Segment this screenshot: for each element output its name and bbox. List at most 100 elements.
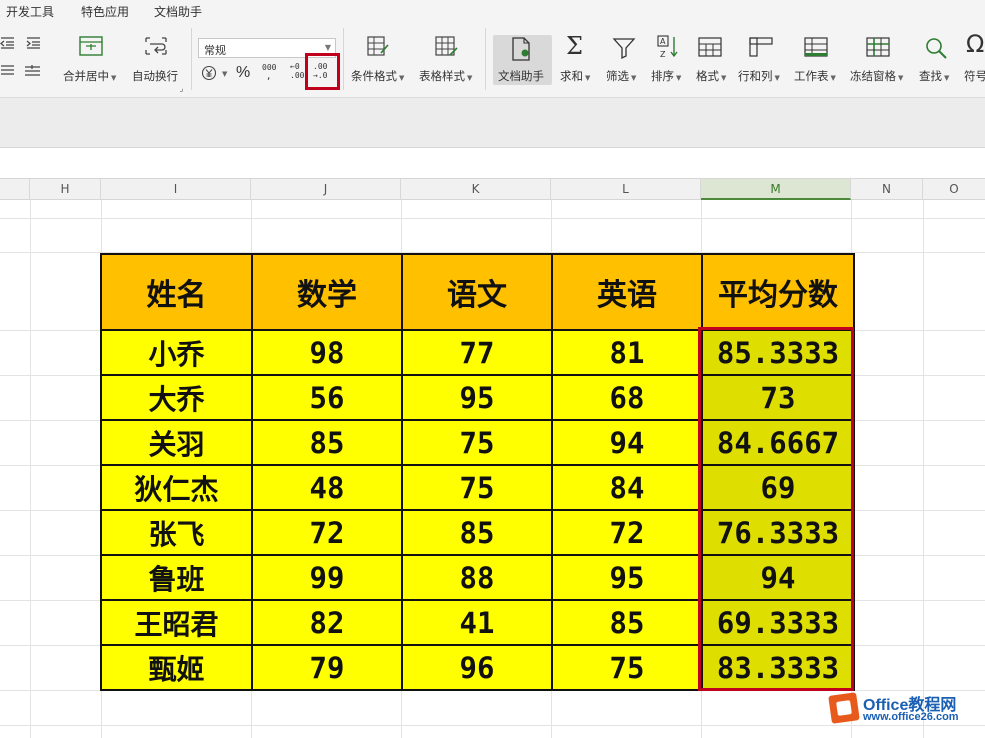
sum-icon[interactable]: Σ <box>566 32 583 60</box>
cell-english[interactable]: 85 <box>551 599 703 646</box>
cell-math[interactable]: 79 <box>251 644 403 691</box>
header-math[interactable]: 数学 <box>251 253 403 331</box>
cell-chinese[interactable]: 85 <box>401 509 553 556</box>
cell-name[interactable]: 王昭君 <box>100 599 253 646</box>
header-name[interactable]: 姓名 <box>100 253 253 331</box>
wrap-text-button[interactable]: 自动换行 <box>132 68 178 84</box>
cell-average[interactable]: 76.3333 <box>701 509 855 556</box>
cell-name[interactable]: 关羽 <box>100 419 253 466</box>
cell-average[interactable]: 69.3333 <box>701 599 855 646</box>
format-button[interactable]: 格式 ▼ <box>696 68 726 84</box>
sort-icon[interactable]: A Z <box>656 34 682 60</box>
worksheet-label: 工作表 <box>794 69 829 83</box>
cell-chinese[interactable]: 75 <box>401 419 553 466</box>
merge-center-icon[interactable] <box>78 34 104 58</box>
cell-name[interactable]: 小乔 <box>100 329 253 376</box>
cell-name[interactable]: 大乔 <box>100 374 253 421</box>
worksheet-button[interactable]: 工作表 ▼ <box>794 68 836 84</box>
freeze-panes-button[interactable]: 冻结窗格 ▼ <box>850 68 903 84</box>
table-style-icon[interactable] <box>434 34 460 58</box>
column-header-n[interactable]: N <box>851 179 923 200</box>
cell-math[interactable]: 56 <box>251 374 403 421</box>
cell-english[interactable]: 75 <box>551 644 703 691</box>
column-header-i[interactable]: I <box>101 179 251 200</box>
cell-math[interactable]: 85 <box>251 419 403 466</box>
cell-average[interactable]: 85.3333 <box>701 329 855 376</box>
chevron-down-icon[interactable]: ▼ <box>222 70 227 78</box>
cell-name[interactable]: 张飞 <box>100 509 253 556</box>
cell-name[interactable]: 鲁班 <box>100 554 253 601</box>
find-button[interactable]: 查找 ▼ <box>919 68 949 84</box>
cell-chinese[interactable]: 95 <box>401 374 553 421</box>
format-icon[interactable] <box>698 36 722 58</box>
thousands-separator-button[interactable]: 000 <box>262 63 276 72</box>
header-average[interactable]: 平均分数 <box>701 253 855 331</box>
table-row: 小乔 98 77 81 85.3333 <box>100 329 855 376</box>
ribbon-separator <box>191 28 192 90</box>
cell-chinese[interactable]: 41 <box>401 599 553 646</box>
menu-tab-special-apps[interactable]: 特色应用 <box>81 3 129 20</box>
row-column-button[interactable]: 行和列 ▼ <box>738 68 780 84</box>
cell-english[interactable]: 81 <box>551 329 703 376</box>
cell-chinese[interactable]: 75 <box>401 464 553 511</box>
menu-tab-developer-tools[interactable]: 开发工具 <box>6 3 54 20</box>
wrap-text-icon[interactable] <box>143 34 169 58</box>
header-chinese[interactable]: 语文 <box>401 253 553 331</box>
dialog-launcher-icon[interactable]: ⌟ <box>179 84 184 93</box>
thousands-comma-icon: , <box>266 72 272 82</box>
cell-average[interactable]: 84.6667 <box>701 419 855 466</box>
distributed-align-icon[interactable] <box>0 64 16 78</box>
cell-average[interactable]: 73 <box>701 374 855 421</box>
menu-bar: 开发工具 特色应用 文档助手 <box>0 0 985 22</box>
filter-button[interactable]: 筛选 ▼ <box>606 68 636 84</box>
cell-average[interactable]: 83.3333 <box>701 644 855 691</box>
cell-chinese[interactable]: 77 <box>401 329 553 376</box>
increase-indent-icon[interactable] <box>26 36 42 50</box>
freeze-panes-icon[interactable] <box>866 36 890 58</box>
chevron-down-icon: ▼ <box>631 74 637 82</box>
percent-style-button[interactable]: % <box>236 64 250 82</box>
row-column-icon[interactable] <box>749 36 773 58</box>
cell-average[interactable]: 94 <box>701 554 855 601</box>
merge-center-button[interactable]: 合并居中 ▼ <box>63 68 116 84</box>
cell-math[interactable]: 99 <box>251 554 403 601</box>
cell-chinese[interactable]: 96 <box>401 644 553 691</box>
cell-average[interactable]: 69 <box>701 464 855 511</box>
cell-math[interactable]: 48 <box>251 464 403 511</box>
chevron-down-icon: ▼ <box>467 74 473 82</box>
cell-chinese[interactable]: 88 <box>401 554 553 601</box>
symbol-icon[interactable]: Ω <box>966 30 984 58</box>
cell-math[interactable]: 72 <box>251 509 403 556</box>
conditional-format-icon[interactable] <box>366 34 392 58</box>
conditional-format-button[interactable]: 条件格式 ▼ <box>351 68 404 84</box>
menu-tab-doc-assistant[interactable]: 文档助手 <box>154 3 202 20</box>
worksheet-icon[interactable] <box>804 36 828 58</box>
cell-name[interactable]: 狄仁杰 <box>100 464 253 511</box>
sum-button[interactable]: 求和 ▼ <box>560 68 590 84</box>
cell-math[interactable]: 82 <box>251 599 403 646</box>
cell-english[interactable]: 72 <box>551 509 703 556</box>
increase-decimal-button[interactable]: ←0 .00 <box>290 62 304 80</box>
column-header-k[interactable]: K <box>401 179 551 200</box>
decrease-indent-icon[interactable] <box>0 36 16 50</box>
header-english[interactable]: 英语 <box>551 253 703 331</box>
cell-english[interactable]: 95 <box>551 554 703 601</box>
cell-name[interactable]: 甄姬 <box>100 644 253 691</box>
column-header-j[interactable]: J <box>251 179 401 200</box>
symbol-button[interactable]: 符号 <box>964 68 985 84</box>
column-header-h[interactable]: H <box>30 179 101 200</box>
text-direction-icon[interactable] <box>24 64 42 78</box>
cell-english[interactable]: 68 <box>551 374 703 421</box>
column-header-o[interactable]: O <box>923 179 985 200</box>
sort-button[interactable]: 排序 ▼ <box>651 68 681 84</box>
cell-english[interactable]: 94 <box>551 419 703 466</box>
cell-english[interactable]: 84 <box>551 464 703 511</box>
table-row: 鲁班 99 88 95 94 <box>100 554 855 601</box>
currency-icon[interactable] <box>201 65 217 81</box>
cell-math[interactable]: 98 <box>251 329 403 376</box>
filter-icon[interactable] <box>612 36 636 60</box>
column-header-m[interactable]: M <box>701 179 851 200</box>
table-style-button[interactable]: 表格样式 ▼ <box>419 68 472 84</box>
find-icon[interactable] <box>924 36 948 60</box>
column-header-l[interactable]: L <box>551 179 701 200</box>
